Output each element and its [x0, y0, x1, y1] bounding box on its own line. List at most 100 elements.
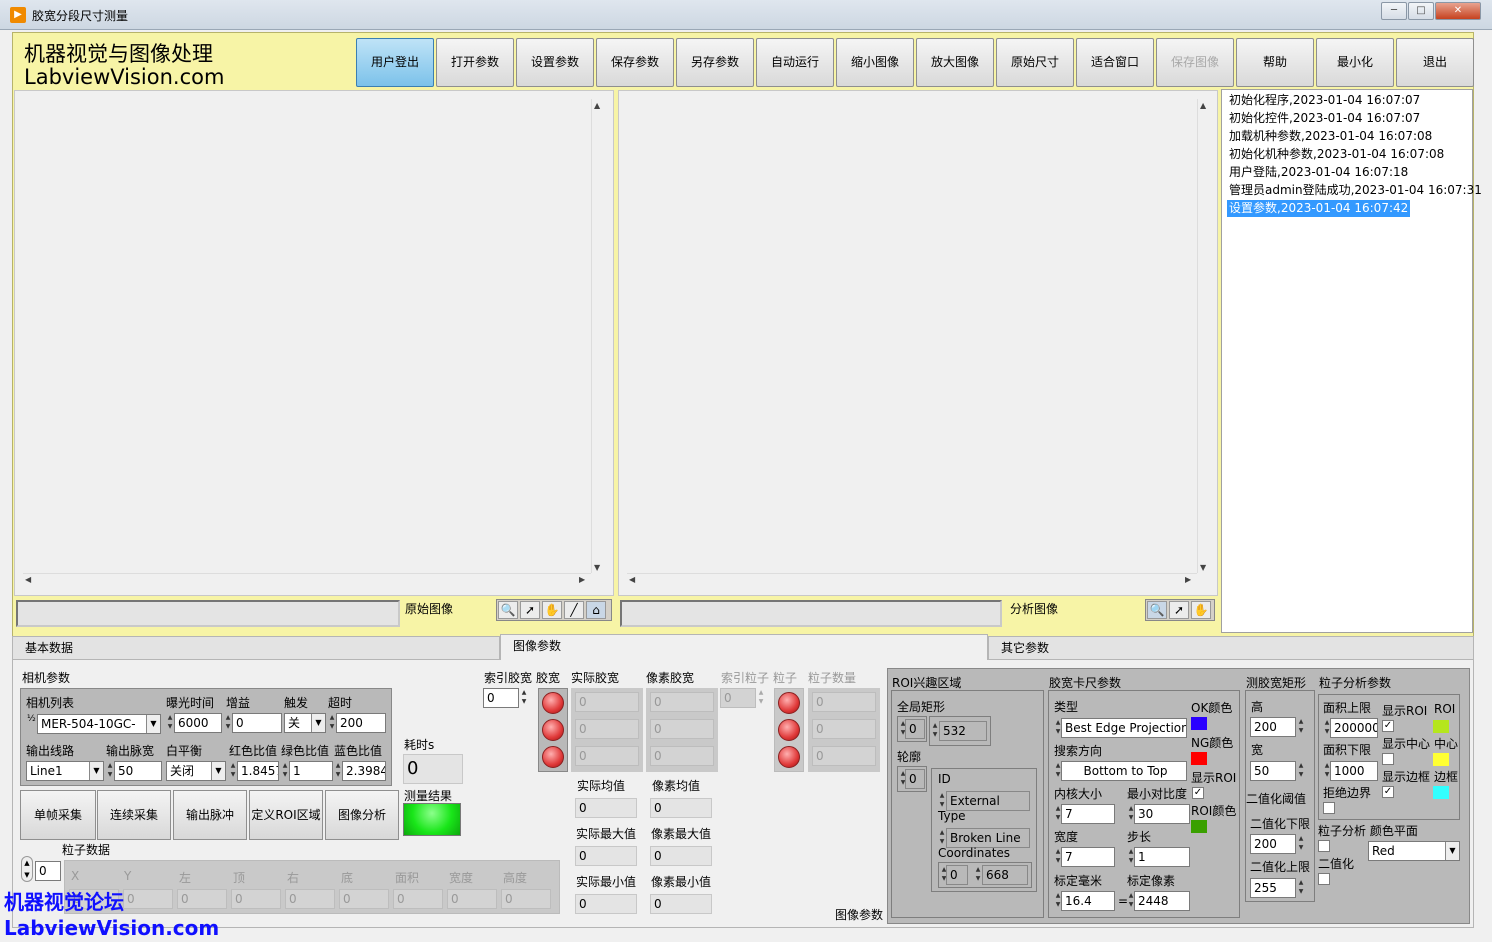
tab-other-params[interactable]: 其它参数 — [988, 636, 1474, 660]
glue-index-input[interactable]: 0 — [483, 688, 519, 708]
tab-basic-data[interactable]: 基本数据 — [12, 636, 500, 660]
output-pulse-button[interactable]: 输出脉冲 — [173, 790, 247, 840]
roi-color-swatch[interactable] — [1191, 820, 1207, 833]
pointer-tool-icon[interactable]: ➚ — [520, 601, 540, 619]
save-params-button[interactable]: 保存参数 — [596, 38, 674, 87]
analysis-vscroll[interactable]: ▲ ▼ — [1197, 99, 1209, 573]
ng-color-swatch[interactable] — [1191, 752, 1207, 765]
search-dir-select[interactable]: Bottom to Top — [1061, 761, 1187, 781]
spinner-arrows-icon[interactable]: ▲ ▼ — [931, 721, 939, 741]
bin-low-input[interactable]: 200 — [1250, 834, 1296, 854]
spinner-arrows-icon[interactable]: ▲ ▼ — [334, 761, 342, 781]
spinner-arrows-icon[interactable]: ▲ ▼ — [224, 713, 232, 733]
chevron-down-icon[interactable]: ▼ — [311, 714, 325, 732]
log-item[interactable]: 初始化机种参数,2023-01-04 16:07:08 — [1227, 146, 1446, 163]
pointer-tool-icon[interactable]: ➚ — [1169, 601, 1189, 619]
reject-border-checkbox[interactable] — [1323, 802, 1335, 814]
caliper-width-input[interactable]: 7 — [1061, 847, 1115, 867]
caliper-type-select[interactable]: Best Edge Projection — [1061, 718, 1187, 738]
spinner-arrows-icon[interactable]: ▲ ▼ — [757, 688, 765, 708]
log-item-selected[interactable]: 设置参数,2023-01-04 16:07:42 — [1227, 200, 1411, 217]
binarize-checkbox[interactable] — [1318, 873, 1330, 885]
particle-index-spinner[interactable]: ▲ ▼ — [21, 856, 33, 882]
rect-width-input[interactable]: 50 — [1250, 761, 1296, 781]
min-contrast-input[interactable]: 30 — [1134, 804, 1190, 824]
log-item[interactable]: 加载机种参数,2023-01-04 16:07:08 — [1227, 128, 1434, 145]
calib-px-input[interactable]: 2448 — [1134, 891, 1190, 911]
timeout-input[interactable]: 200 — [336, 713, 386, 733]
zoom-tool-icon[interactable]: 🔍 — [498, 601, 518, 619]
log-list[interactable]: 初始化程序,2023-01-04 16:07:07 初始化控件,2023-01-… — [1221, 89, 1482, 633]
spinner-arrows-icon[interactable]: ▲ ▼ — [1297, 717, 1305, 737]
show-edge-checkbox[interactable]: ✓ — [1382, 786, 1394, 798]
global-rect-value[interactable]: 532 — [939, 721, 987, 741]
center-color-swatch[interactable] — [1433, 753, 1449, 766]
minimize-window-button[interactable]: ─ — [1381, 2, 1407, 20]
particle-index-input[interactable]: 0 — [35, 861, 61, 881]
zoom-tool-icon[interactable]: 🔍 — [1147, 601, 1167, 619]
green-ratio-input[interactable]: 1 — [289, 761, 333, 781]
continuous-capture-button[interactable]: 连续采集 — [97, 790, 171, 840]
analysis-image-display[interactable]: ▲ ▼ ◀ ▶ — [618, 90, 1218, 596]
original-image-display[interactable]: ▲ ▼ ◀ ▶ — [14, 90, 614, 596]
original-vscroll[interactable]: ▲ ▼ — [591, 99, 603, 573]
help-button[interactable]: 帮助 — [1236, 38, 1314, 87]
line-tool-icon[interactable]: ╱ — [564, 601, 584, 619]
original-hscroll[interactable]: ◀ ▶ — [23, 573, 591, 585]
blue-ratio-input[interactable]: 2.3984 — [342, 761, 386, 781]
image-analysis-button[interactable]: 图像分析 — [325, 790, 399, 840]
zoom-in-button[interactable]: 放大图像 — [916, 38, 994, 87]
analysis-hscroll[interactable]: ◀ ▶ — [627, 573, 1197, 585]
chevron-down-icon[interactable]: ▼ — [89, 762, 103, 780]
polygon-tool-icon[interactable]: ⌂ — [586, 601, 606, 619]
spinner-arrows-icon[interactable]: ▲ ▼ — [106, 761, 114, 781]
zoom-out-button[interactable]: 缩小图像 — [836, 38, 914, 87]
tab-image-params[interactable]: 图像参数 — [500, 634, 988, 661]
camera-list-select[interactable]: MER-504-10GC- — [37, 714, 161, 734]
spinner-arrows-icon[interactable]: ▲ ▼ — [520, 688, 528, 708]
exposure-input[interactable]: 6000 — [174, 713, 222, 733]
step-input[interactable]: 1 — [1134, 847, 1190, 867]
type-value[interactable]: Broken Line — [946, 828, 1030, 848]
spinner-arrows-icon[interactable]: ▲ ▼ — [938, 828, 946, 848]
maximize-window-button[interactable]: □ — [1408, 2, 1434, 20]
spinner-arrows-icon[interactable]: ▲ ▼ — [166, 713, 174, 733]
contour-index-input[interactable]: 0 — [905, 769, 925, 789]
auto-run-button[interactable]: 自动运行 — [756, 38, 834, 87]
original-size-button[interactable]: 原始尺寸 — [996, 38, 1074, 87]
spinner-arrows-icon[interactable]: ▲ ▼ — [1297, 761, 1305, 781]
calib-mm-input[interactable]: 16.4 — [1061, 891, 1115, 911]
bin-high-input[interactable]: 255 — [1250, 878, 1296, 898]
pp-roi-color-swatch[interactable] — [1433, 720, 1449, 733]
rect-height-input[interactable]: 200 — [1250, 717, 1296, 737]
save-as-params-button[interactable]: 另存参数 — [676, 38, 754, 87]
pp-show-roi-checkbox[interactable]: ✓ — [1382, 720, 1394, 732]
spinner-arrows-icon[interactable]: ▲ ▼ — [281, 761, 289, 781]
coords-index-input[interactable]: 0 — [946, 865, 968, 885]
spinner-arrows-icon[interactable]: ▲ ▼ — [1297, 878, 1305, 898]
spinner-arrows-icon[interactable]: ▲ ▼ — [974, 865, 982, 885]
single-capture-button[interactable]: 单帧采集 — [20, 790, 96, 840]
log-item[interactable]: 初始化控件,2023-01-04 16:07:07 — [1227, 110, 1422, 127]
define-roi-button[interactable]: 定义ROI区域 — [249, 790, 323, 840]
chevron-down-icon[interactable]: ▼ — [211, 762, 225, 780]
log-item[interactable]: 初始化程序,2023-01-04 16:07:07 — [1227, 92, 1422, 109]
particle-idx-input[interactable]: 0 — [720, 688, 756, 708]
global-index-input[interactable]: 0 — [905, 719, 925, 739]
area-max-input[interactable]: 200000 — [1330, 718, 1378, 738]
show-roi-checkbox[interactable]: ✓ — [1192, 787, 1204, 799]
fit-window-button[interactable]: 适合窗口 — [1076, 38, 1154, 87]
close-window-button[interactable]: ✕ — [1435, 2, 1481, 20]
minimize-button[interactable]: 最小化 — [1316, 38, 1394, 87]
chevron-down-icon[interactable]: ▼ — [1445, 842, 1459, 860]
red-ratio-input[interactable]: 1.8457 — [237, 761, 279, 781]
kernel-input[interactable]: 7 — [1061, 804, 1115, 824]
log-item[interactable]: 用户登陆,2023-01-04 16:07:18 — [1227, 164, 1410, 181]
set-params-button[interactable]: 设置参数 — [516, 38, 594, 87]
logout-button[interactable]: 用户登出 — [356, 38, 434, 87]
save-image-button[interactable]: 保存图像 — [1156, 38, 1234, 87]
exit-button[interactable]: 退出 — [1396, 38, 1474, 87]
id-value[interactable]: External — [946, 791, 1030, 811]
ok-color-swatch[interactable] — [1191, 717, 1207, 730]
log-item[interactable]: 管理员admin登陆成功,2023-01-04 16:07:31 — [1227, 182, 1484, 199]
